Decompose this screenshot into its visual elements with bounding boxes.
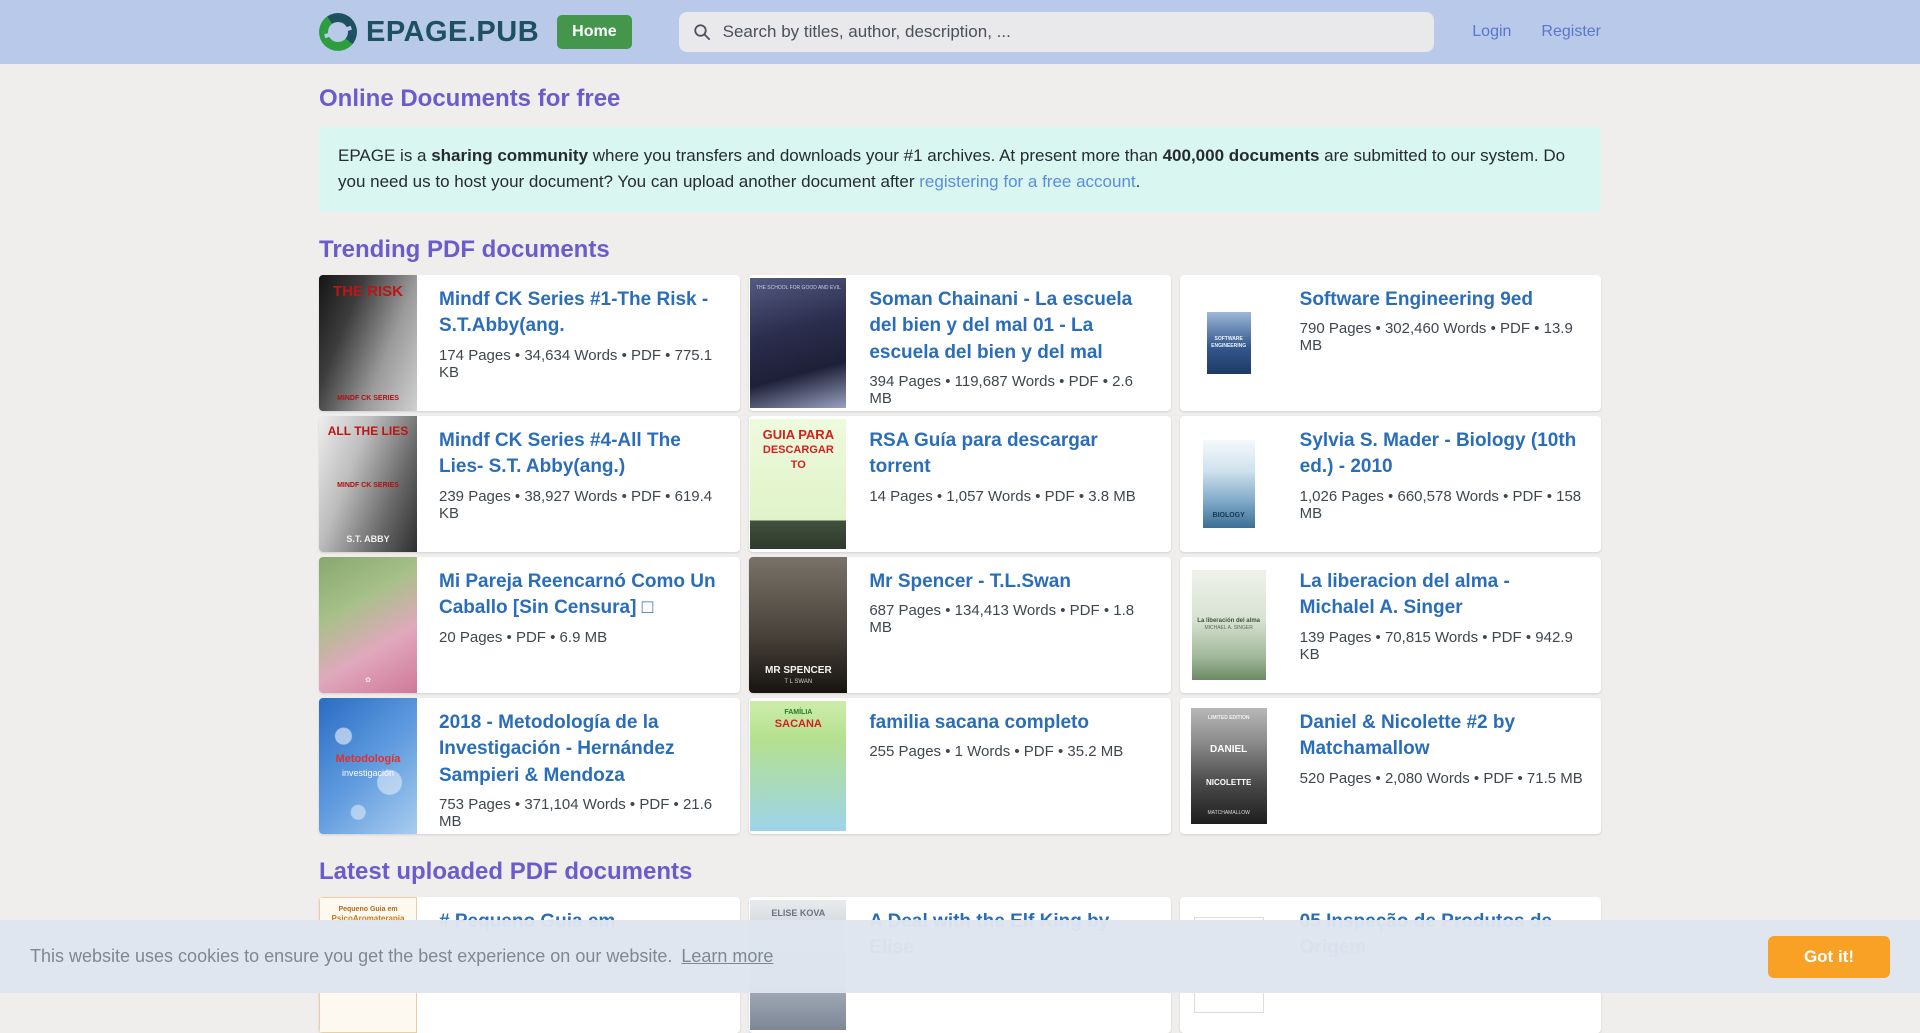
document-title[interactable]: Mindf CK Series #4-All The Lies- S.T. Ab… bbox=[439, 428, 724, 481]
cookie-banner: This website uses cookies to ensure you … bbox=[0, 920, 1920, 993]
search-input[interactable] bbox=[721, 21, 1420, 43]
intro-text: where you transfers and downloads your #… bbox=[588, 146, 1163, 165]
document-thumbnail: La liberación del almaMICHAEL A. SINGER bbox=[1180, 557, 1278, 693]
search-bar[interactable] bbox=[679, 12, 1434, 52]
intro-bold-sharing: sharing community bbox=[431, 146, 588, 165]
logo-text: EPAGE.PUB bbox=[366, 16, 539, 49]
document-thumbnail: THE RISKMINDF CK SERIES bbox=[319, 275, 417, 411]
document-card[interactable]: ALL THE LIESMINDF CK SERIESS.T. ABBY Min… bbox=[319, 416, 740, 552]
document-card[interactable]: Metodologíainvestigación 2018 - Metodolo… bbox=[319, 698, 740, 834]
document-meta: 14 Pages • 1,057 Words • PDF • 3.8 MB bbox=[869, 488, 1154, 505]
book-cover: MR SPENCERT L SWAN bbox=[749, 557, 847, 693]
book-cover: THE SCHOOL FOR GOOD AND EVIL bbox=[750, 278, 846, 408]
book-cover: BIOLOGY bbox=[1203, 440, 1255, 528]
document-thumbnail: ALL THE LIESMINDF CK SERIESS.T. ABBY bbox=[319, 416, 417, 552]
document-card[interactable]: MR SPENCERT L SWAN Mr Spencer - T.L.Swan… bbox=[749, 557, 1170, 693]
login-link[interactable]: Login bbox=[1472, 23, 1511, 41]
trending-heading: Trending PDF documents bbox=[319, 236, 1601, 264]
document-meta: 1,026 Pages • 660,578 Words • PDF • 158 … bbox=[1300, 488, 1585, 522]
book-cover: ALL THE LIESMINDF CK SERIESS.T. ABBY bbox=[319, 416, 417, 552]
cookie-message: This website uses cookies to ensure you … bbox=[30, 946, 773, 967]
document-meta: 687 Pages • 134,413 Words • PDF • 1.8 MB bbox=[869, 602, 1154, 636]
book-cover: Metodologíainvestigación bbox=[319, 698, 417, 834]
book-cover: ✿ bbox=[319, 557, 417, 693]
document-thumbnail: ✿ bbox=[319, 557, 417, 693]
document-title[interactable]: Software Engineering 9ed bbox=[1300, 287, 1585, 314]
cookie-message-text: This website uses cookies to ensure you … bbox=[30, 946, 672, 966]
document-card[interactable]: GUIA PARADESCARGAR TO RSA Guía para desc… bbox=[749, 416, 1170, 552]
intro-text: EPAGE is a bbox=[338, 146, 431, 165]
intro-bold-count: 400,000 documents bbox=[1163, 146, 1320, 165]
document-title[interactable]: RSA Guía para descargar torrent bbox=[869, 428, 1154, 481]
book-cover: FAMÍLIASACANA bbox=[750, 701, 846, 831]
document-title[interactable]: Soman Chainani - La escuela del bien y d… bbox=[869, 287, 1154, 367]
document-title[interactable]: familia sacana completo bbox=[869, 710, 1154, 737]
document-meta: 394 Pages • 119,687 Words • PDF • 2.6 MB bbox=[869, 373, 1154, 407]
book-cover: La liberación del almaMICHAEL A. SINGER bbox=[1192, 570, 1266, 680]
document-title[interactable]: Mindf CK Series #1-The Risk - S.T.Abby(a… bbox=[439, 287, 724, 340]
document-meta: 20 Pages • PDF • 6.9 MB bbox=[439, 629, 724, 646]
document-thumbnail: MR SPENCERT L SWAN bbox=[749, 557, 847, 693]
document-meta: 174 Pages • 34,634 Words • PDF • 775.1 K… bbox=[439, 347, 724, 381]
document-card[interactable]: BIOLOGY Sylvia S. Mader - Biology (10th … bbox=[1180, 416, 1601, 552]
document-thumbnail: THE SCHOOL FOR GOOD AND EVIL bbox=[749, 275, 847, 411]
document-thumbnail: LIMITED EDITIONDANIELNICOLETTEMATCHAMALL… bbox=[1180, 698, 1278, 834]
document-thumbnail: GUIA PARADESCARGAR TO bbox=[749, 416, 847, 552]
document-card[interactable]: La liberación del almaMICHAEL A. SINGER … bbox=[1180, 557, 1601, 693]
document-thumbnail: BIOLOGY bbox=[1180, 416, 1278, 552]
document-meta: 239 Pages • 38,927 Words • PDF • 619.4 K… bbox=[439, 488, 724, 522]
latest-heading: Latest uploaded PDF documents bbox=[319, 858, 1601, 886]
document-title[interactable]: Mr Spencer - T.L.Swan bbox=[869, 569, 1154, 596]
home-button[interactable]: Home bbox=[557, 15, 631, 49]
epage-logo-icon bbox=[319, 13, 357, 51]
document-meta: 790 Pages • 302,460 Words • PDF • 13.9 M… bbox=[1300, 320, 1585, 354]
document-title[interactable]: Sylvia S. Mader - Biology (10th ed.) - 2… bbox=[1300, 428, 1585, 481]
book-cover: SOFTWARE ENGINEERING bbox=[1207, 312, 1251, 374]
intro-box: EPAGE is a sharing community where you t… bbox=[319, 127, 1601, 212]
document-card[interactable]: ✿ Mi Pareja Reencarnó Como Un Caballo [S… bbox=[319, 557, 740, 693]
auth-links: Login Register bbox=[1472, 23, 1601, 41]
header: EPAGE.PUB Home Login Register bbox=[0, 0, 1920, 64]
document-meta: 139 Pages • 70,815 Words • PDF • 942.9 K… bbox=[1300, 629, 1585, 663]
register-free-account-link[interactable]: registering for a free account bbox=[919, 172, 1135, 191]
document-card[interactable]: THE RISKMINDF CK SERIES Mindf CK Series … bbox=[319, 275, 740, 411]
cookie-accept-button[interactable]: Got it! bbox=[1768, 936, 1890, 978]
document-card[interactable]: LIMITED EDITIONDANIELNICOLETTEMATCHAMALL… bbox=[1180, 698, 1601, 834]
document-thumbnail: SOFTWARE ENGINEERING bbox=[1180, 275, 1278, 411]
document-thumbnail: Metodologíainvestigación bbox=[319, 698, 417, 834]
search-icon bbox=[693, 23, 711, 41]
main-content: Online Documents for free EPAGE is a sha… bbox=[319, 85, 1601, 1033]
document-title[interactable]: Daniel & Nicolette #2 by Matchamallow bbox=[1300, 710, 1585, 763]
register-link[interactable]: Register bbox=[1541, 23, 1601, 41]
document-thumbnail: FAMÍLIASACANA bbox=[749, 698, 847, 834]
document-title[interactable]: 2018 - Metodología de la Investigación -… bbox=[439, 710, 724, 790]
page-title: Online Documents for free bbox=[319, 85, 1601, 113]
document-title[interactable]: Mi Pareja Reencarnó Como Un Caballo [Sin… bbox=[439, 569, 724, 622]
book-cover: LIMITED EDITIONDANIELNICOLETTEMATCHAMALL… bbox=[1191, 708, 1267, 824]
document-card[interactable]: THE SCHOOL FOR GOOD AND EVIL Soman Chain… bbox=[749, 275, 1170, 411]
intro-text: . bbox=[1136, 172, 1141, 191]
trending-grid: THE RISKMINDF CK SERIES Mindf CK Series … bbox=[319, 275, 1601, 834]
document-card[interactable]: FAMÍLIASACANA familia sacana completo 25… bbox=[749, 698, 1170, 834]
document-card[interactable]: SOFTWARE ENGINEERING Software Engineerin… bbox=[1180, 275, 1601, 411]
book-cover: THE RISKMINDF CK SERIES bbox=[319, 275, 417, 411]
document-meta: 255 Pages • 1 Words • PDF • 35.2 MB bbox=[869, 743, 1154, 760]
document-meta: 520 Pages • 2,080 Words • PDF • 71.5 MB bbox=[1300, 770, 1585, 787]
document-title[interactable]: La liberacion del alma - Michalel A. Sin… bbox=[1300, 569, 1585, 622]
book-cover: GUIA PARADESCARGAR TO bbox=[750, 419, 846, 549]
document-meta: 753 Pages • 371,104 Words • PDF • 21.6 M… bbox=[439, 796, 724, 830]
brand-logo[interactable]: EPAGE.PUB bbox=[319, 13, 539, 51]
learn-more-link[interactable]: Learn more bbox=[681, 946, 773, 966]
